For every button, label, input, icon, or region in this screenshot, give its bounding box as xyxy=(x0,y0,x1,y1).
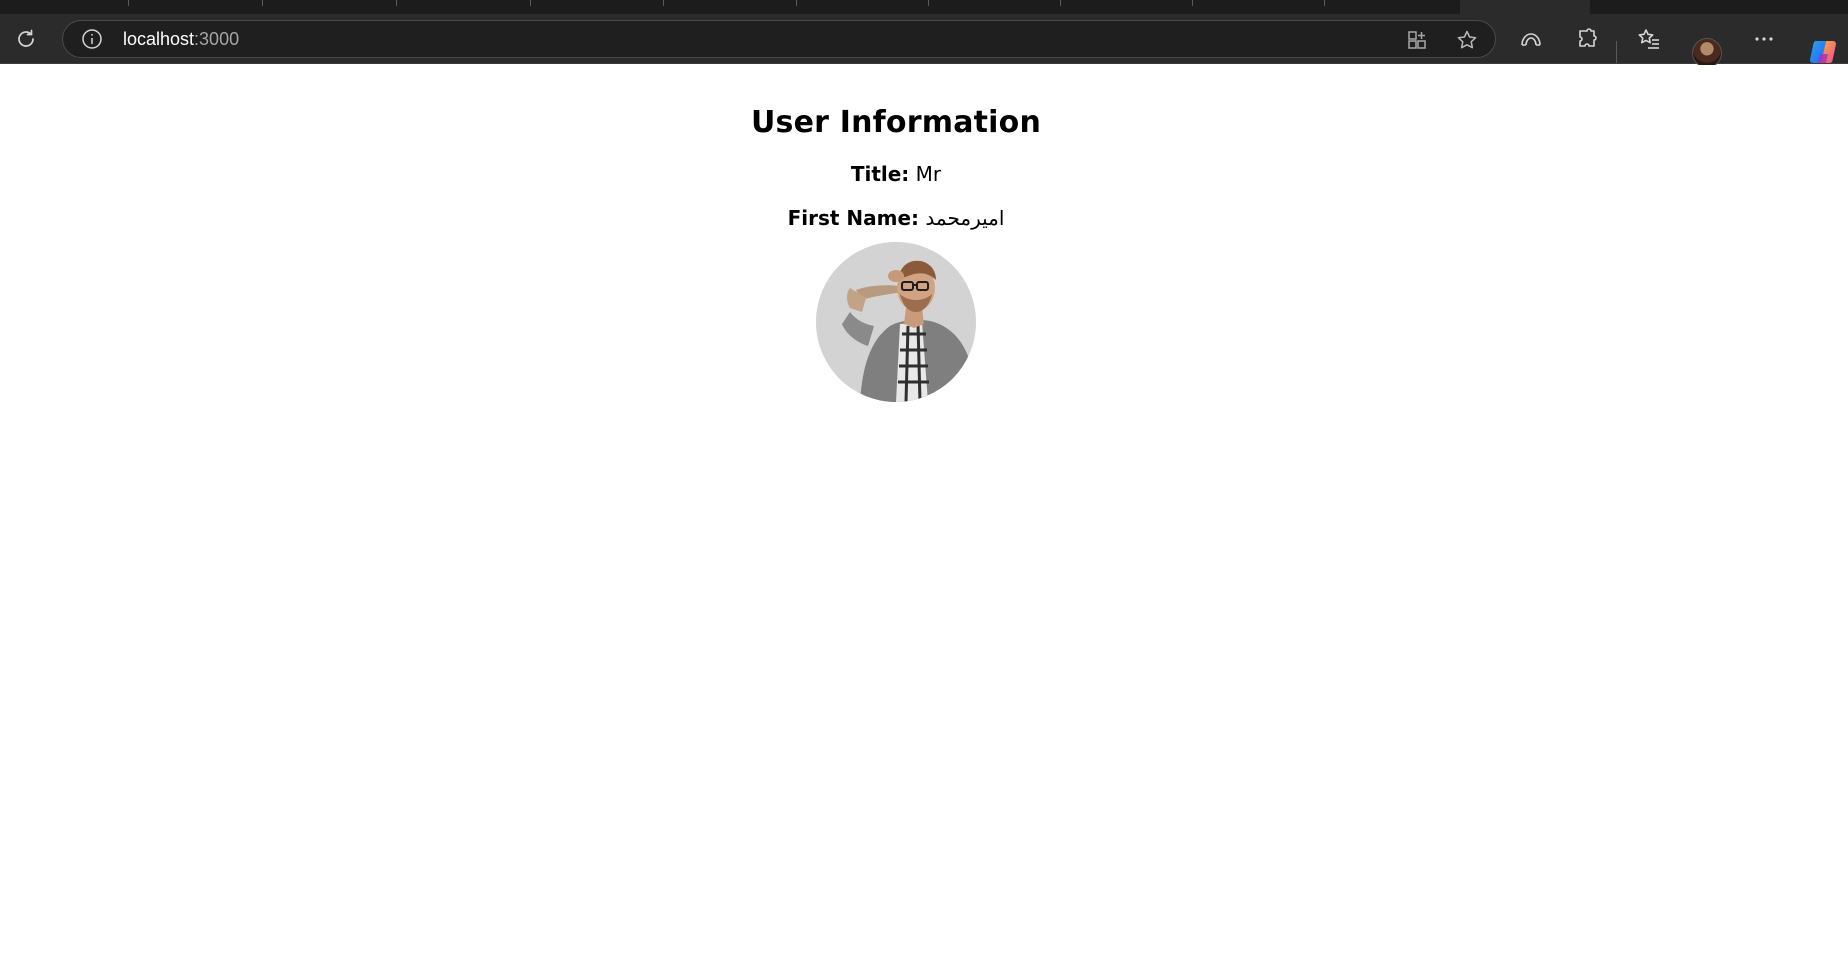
tab-separator xyxy=(530,0,531,6)
more-icon[interactable] xyxy=(1749,24,1779,54)
url-host: localhost xyxy=(123,29,195,49)
toolbar-divider xyxy=(1616,41,1617,63)
tab-separator xyxy=(1324,0,1325,6)
page-viewport: User Information Title: Mr First Name: ا… xyxy=(0,65,1848,978)
tab-separator xyxy=(796,0,797,6)
user-info-card: User Information Title: Mr First Name: ا… xyxy=(0,65,1792,402)
puzzle-icon[interactable] xyxy=(1572,24,1602,54)
title-value: Mr xyxy=(915,162,942,186)
favorites-icon[interactable] xyxy=(1634,24,1664,54)
avatar[interactable] xyxy=(1692,38,1722,68)
page-title: User Information xyxy=(750,105,1042,140)
url-port: :3000 xyxy=(194,29,240,49)
reload-icon[interactable] xyxy=(11,24,41,54)
browser-toolbar: localhost:3000 xyxy=(0,14,1848,68)
tab-separator xyxy=(396,0,397,6)
first-name-label: First Name: xyxy=(787,206,920,230)
title-label: Title: xyxy=(850,162,910,186)
tab-separator xyxy=(1192,0,1193,6)
active-tab[interactable] xyxy=(1460,0,1590,14)
first-name-field: First Name: امیرمحمد xyxy=(0,206,1792,230)
tab-separator xyxy=(663,0,664,6)
tab-strip xyxy=(0,0,1848,14)
star-icon[interactable] xyxy=(1453,26,1481,54)
info-icon[interactable] xyxy=(81,28,103,50)
first-name-value: امیرمحمد xyxy=(925,206,1005,230)
copilot-icon[interactable] xyxy=(1808,37,1838,67)
url-text[interactable]: localhost:3000 xyxy=(123,29,239,50)
title-field: Title: Mr xyxy=(0,162,1792,186)
tab-separator xyxy=(1060,0,1061,6)
tab-separator xyxy=(928,0,929,6)
tab-separator xyxy=(128,0,129,6)
apps-icon[interactable] xyxy=(1403,26,1431,54)
tab-separator xyxy=(262,0,263,6)
user-photo xyxy=(816,242,976,402)
address-bar[interactable]: localhost:3000 xyxy=(62,20,1496,58)
essentials-icon[interactable] xyxy=(1516,24,1546,54)
